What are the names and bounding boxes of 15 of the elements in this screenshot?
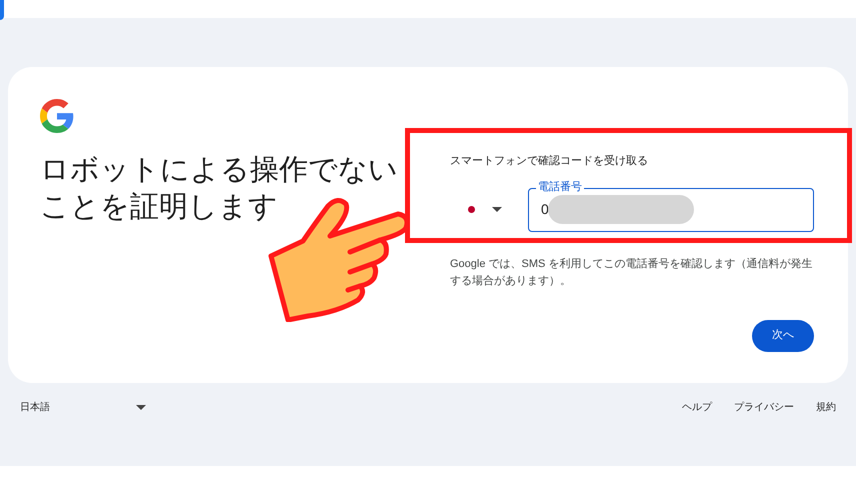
language-select[interactable]: 日本語	[20, 400, 146, 415]
prompt-text: スマートフォンで確認コードを受け取る	[450, 154, 649, 169]
footer-link[interactable]: 規約	[816, 400, 836, 415]
sms-note: Google では、SMS を利用してこの電話番号を確認します（通信料が発生する場合があります）。	[450, 256, 814, 288]
field-label: 電話番号	[536, 180, 584, 194]
tab-edge	[0, 0, 4, 20]
flag-icon	[468, 206, 475, 213]
footer-link[interactable]: ヘルプ	[682, 400, 712, 415]
next-button[interactable]: 次へ	[752, 320, 814, 352]
caret-icon	[492, 207, 502, 212]
field-value: 0	[541, 200, 549, 219]
heading: ロボットによる操作でないことを証明します	[40, 153, 399, 225]
caret-icon	[136, 405, 146, 410]
footer-link[interactable]: プライバシー	[734, 400, 794, 415]
google-logo	[40, 99, 74, 133]
